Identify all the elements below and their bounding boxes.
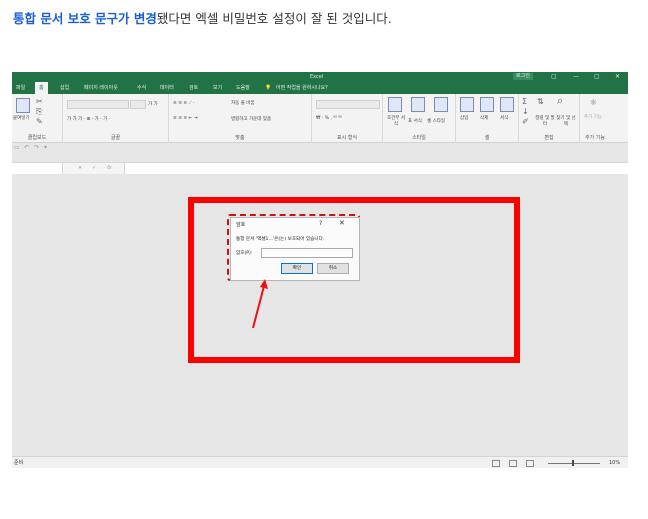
caption-highlight: 통합 문서 보호 문구가 변경 (13, 11, 157, 26)
page-break-view-icon[interactable] (526, 460, 534, 467)
caption-text: 통합 문서 보호 문구가 변경됐다면 엑셀 비밀번호 설정이 잘 된 것입니다. (13, 8, 392, 27)
caption-rest: 됐다면 엑셀 비밀번호 설정이 잘 된 것입니다. (156, 11, 392, 26)
zoom-slider[interactable] (548, 463, 600, 464)
page-layout-view-icon[interactable] (509, 460, 517, 467)
excel-screenshot: Excel 로그인 ▢ — ▢ ✕ 파일 홈 삽입 페이지 레이아웃 수식 데이… (12, 72, 628, 468)
zoom-slider-handle[interactable] (572, 460, 574, 466)
status-bar: 준비 10% (12, 456, 628, 468)
normal-view-icon[interactable] (492, 460, 500, 467)
status-ready: 준비 (14, 460, 24, 466)
zoom-level[interactable]: 10% (609, 457, 620, 468)
red-arrow (252, 279, 268, 329)
